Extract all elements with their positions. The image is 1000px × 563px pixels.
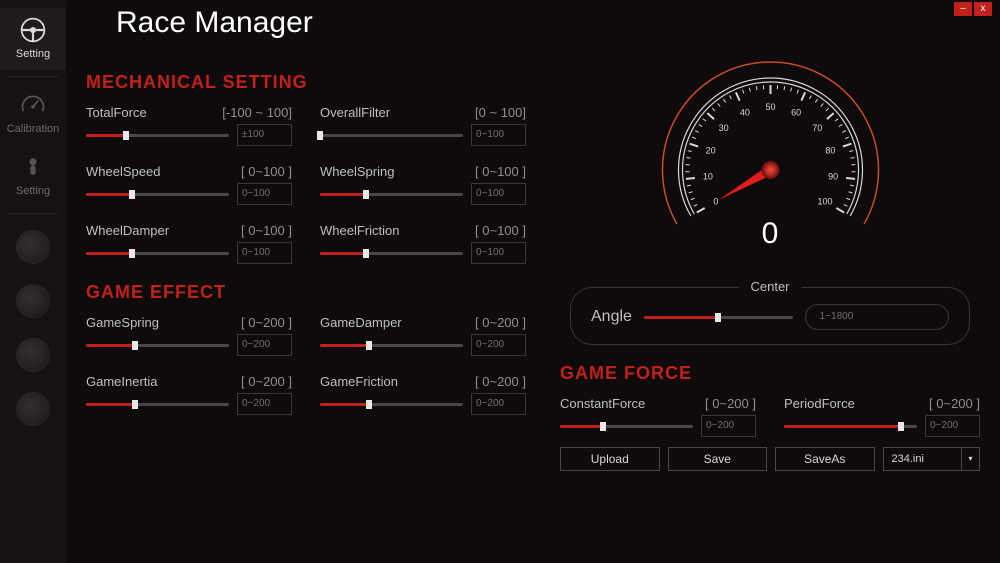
sidebar-item-setting-2[interactable]: Setting [0, 145, 66, 207]
divider [8, 213, 58, 214]
save-button[interactable]: Save [668, 447, 768, 471]
section-gameforce-title: GAME FORCE [560, 363, 980, 384]
wheelDamper-range: [ 0~100 ] [241, 223, 292, 238]
chevron-down-icon[interactable]: ▾ [962, 447, 980, 471]
svg-text:50: 50 [765, 102, 775, 112]
overallFilter-input[interactable]: 0~100 [471, 124, 526, 146]
svg-text:40: 40 [739, 107, 749, 117]
totalForce-range: [-100 ~ 100] [222, 105, 292, 120]
periodForce-input[interactable]: 0~200 [925, 415, 980, 437]
gameSpring-range: [ 0~200 ] [241, 315, 292, 330]
gameSpring-slider[interactable] [86, 338, 229, 352]
gameInertia-slider[interactable] [86, 397, 229, 411]
sidebar-item-label: Calibration [7, 123, 60, 135]
gameFriction-range: [ 0~200 ] [475, 374, 526, 389]
gameInertia-label: GameInertia [86, 374, 158, 389]
sidebar-item-calibration[interactable]: Calibration [0, 83, 66, 145]
svg-text:90: 90 [828, 172, 838, 182]
wheelSpring-label: WheelSpring [320, 164, 394, 179]
svg-text:100: 100 [817, 197, 832, 207]
sidebar-item-label: Setting [16, 185, 50, 197]
periodForce-label: PeriodForce [784, 396, 855, 411]
gameSpring-input[interactable]: 0~200 [237, 334, 292, 356]
svg-text:0: 0 [713, 197, 718, 207]
wheelDamper-slider[interactable] [86, 246, 229, 260]
sidebar-dot-2[interactable] [16, 284, 50, 318]
sidebar-dot-1[interactable] [16, 230, 50, 264]
svg-text:10: 10 [702, 172, 712, 182]
periodForce-slider[interactable] [784, 419, 917, 433]
wheelFriction-input[interactable]: 0~100 [471, 242, 526, 264]
steering-wheel-icon [19, 16, 47, 44]
gameDamper-input[interactable]: 0~200 [471, 334, 526, 356]
gameDamper-slider[interactable] [320, 338, 463, 352]
section-gameeffect-title: GAME EFFECT [86, 282, 526, 303]
sidebar-item-label: Setting [16, 48, 50, 60]
sidebar-dot-4[interactable] [16, 392, 50, 426]
divider [8, 76, 58, 77]
svg-text:80: 80 [825, 146, 835, 156]
wheelSpeed-input[interactable]: 0~100 [237, 183, 292, 205]
preset-value: 234.ini [883, 447, 963, 471]
svg-text:70: 70 [812, 123, 822, 133]
angle-label: Angle [591, 308, 632, 326]
totalForce-input[interactable]: ±100 [237, 124, 292, 146]
wheelSpeed-range: [ 0~100 ] [241, 164, 292, 179]
totalForce-label: TotalForce [86, 105, 147, 120]
wheelSpring-slider[interactable] [320, 187, 463, 201]
angle-input[interactable]: 1~1800 [805, 304, 949, 330]
overallFilter-range: [0 ~ 100] [475, 105, 526, 120]
svg-text:60: 60 [791, 107, 801, 117]
section-mechanical-title: MECHANICAL SETTING [86, 72, 526, 93]
angle-gauge: 0 10 20 30 40 50 60 70 80 90 100 0 [653, 44, 888, 279]
saveas-button[interactable]: SaveAs [775, 447, 875, 471]
wheelSpeed-slider[interactable] [86, 187, 229, 201]
gameInertia-input[interactable]: 0~200 [237, 393, 292, 415]
wheelSpring-range: [ 0~100 ] [475, 164, 526, 179]
gauge-icon [19, 91, 47, 119]
wheelDamper-input[interactable]: 0~100 [237, 242, 292, 264]
constantForce-slider[interactable] [560, 419, 693, 433]
overallFilter-label: OverallFilter [320, 105, 390, 120]
gameFriction-label: GameFriction [320, 374, 398, 389]
periodForce-range: [ 0~200 ] [929, 396, 980, 411]
wheelFriction-range: [ 0~100 ] [475, 223, 526, 238]
sidebar: Setting Calibration Setting [0, 0, 66, 563]
svg-text:30: 30 [718, 123, 728, 133]
gameDamper-range: [ 0~200 ] [475, 315, 526, 330]
upload-button[interactable]: Upload [560, 447, 660, 471]
constantForce-range: [ 0~200 ] [705, 396, 756, 411]
sidebar-item-setting[interactable]: Setting [0, 8, 66, 70]
svg-text:20: 20 [705, 146, 715, 156]
page-title: Race Manager [116, 6, 980, 40]
gameSpring-label: GameSpring [86, 315, 159, 330]
wheelDamper-label: WheelDamper [86, 223, 169, 238]
wheelFriction-label: WheelFriction [320, 223, 399, 238]
center-panel: Center Angle 1~1800 [570, 287, 970, 345]
gameDamper-label: GameDamper [320, 315, 402, 330]
preset-select[interactable]: 234.ini ▾ [883, 447, 981, 471]
sidebar-dot-3[interactable] [16, 338, 50, 372]
wheelSpring-input[interactable]: 0~100 [471, 183, 526, 205]
person-icon [19, 153, 47, 181]
gameFriction-input[interactable]: 0~200 [471, 393, 526, 415]
constantForce-input[interactable]: 0~200 [701, 415, 756, 437]
wheelFriction-slider[interactable] [320, 246, 463, 260]
totalForce-slider[interactable] [86, 128, 229, 142]
gameFriction-slider[interactable] [320, 397, 463, 411]
gameInertia-range: [ 0~200 ] [241, 374, 292, 389]
angle-slider[interactable] [644, 310, 793, 324]
gauge-value: 0 [653, 217, 888, 251]
constantForce-label: ConstantForce [560, 396, 645, 411]
overallFilter-slider[interactable] [320, 128, 463, 142]
center-panel-label: Center [738, 279, 801, 294]
wheelSpeed-label: WheelSpeed [86, 164, 160, 179]
